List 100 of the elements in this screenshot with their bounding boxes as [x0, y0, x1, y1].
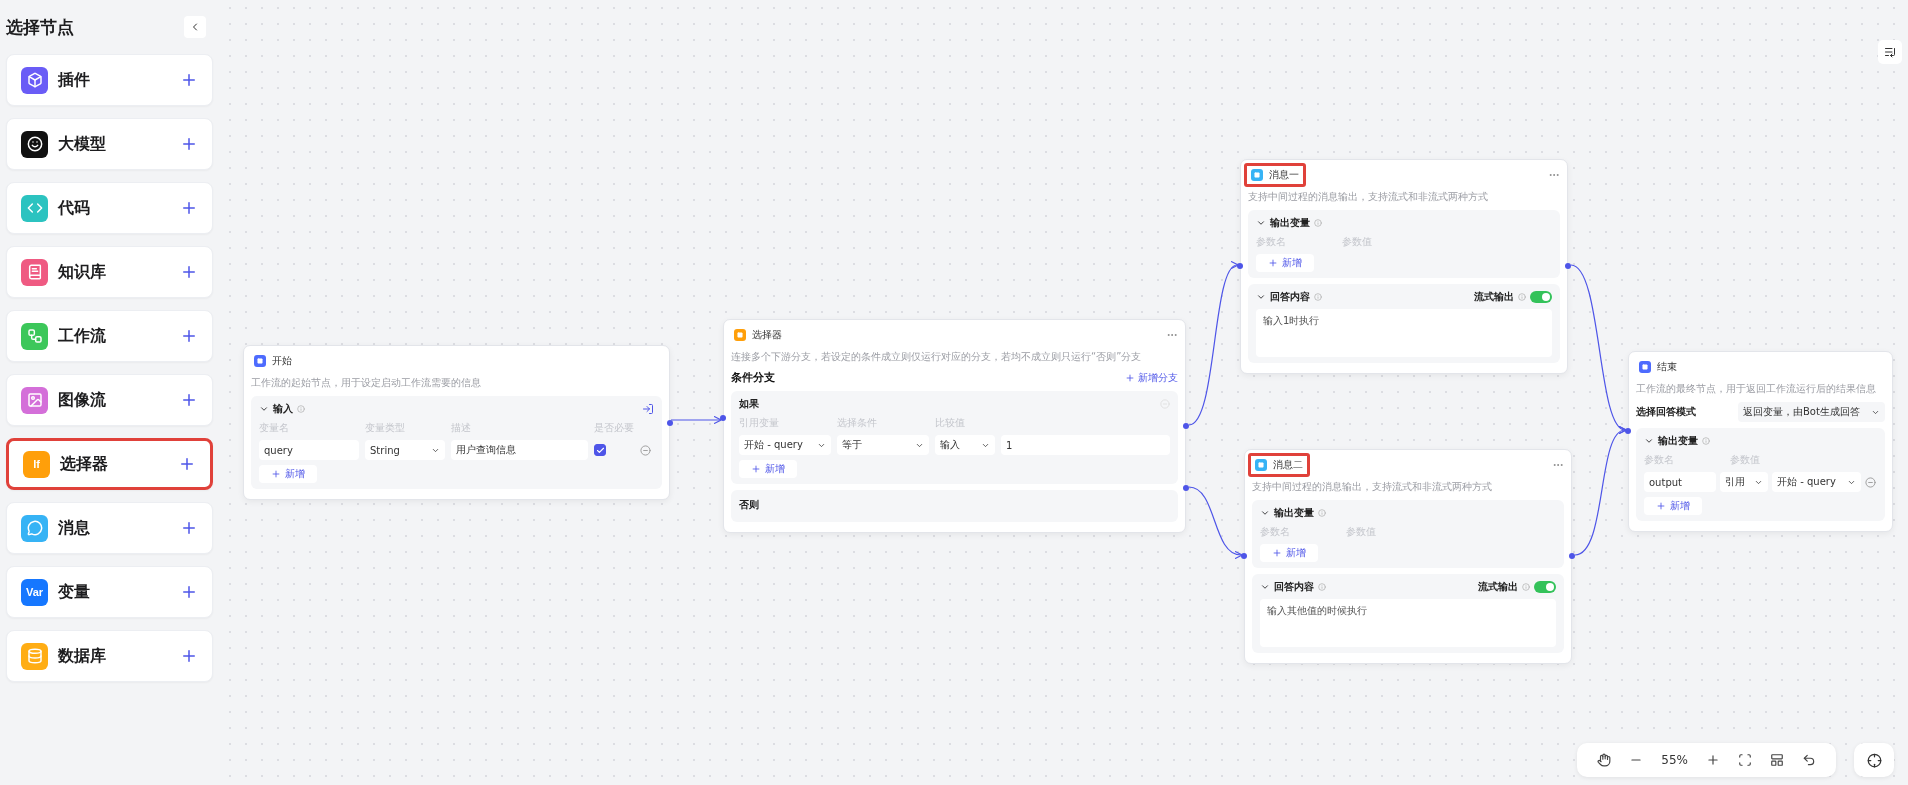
info-icon	[1318, 583, 1326, 591]
plus-icon	[1272, 548, 1282, 558]
node-type-item[interactable]: 大模型	[6, 118, 213, 170]
plus-icon	[1706, 753, 1720, 767]
book-icon	[26, 264, 43, 280]
add-button[interactable]: 新增	[739, 460, 797, 478]
port-dot[interactable]	[667, 420, 673, 426]
name-field[interactable]: query	[259, 440, 359, 460]
collapse-button[interactable]	[184, 16, 206, 38]
add-button[interactable]	[180, 135, 198, 153]
section-title: 回答内容	[1274, 580, 1314, 594]
node-type-label: 大模型	[58, 133, 107, 155]
branch-title: 条件分支	[731, 370, 775, 385]
node-type-item[interactable]: 代码	[6, 182, 213, 234]
answer-field[interactable]: 输入1时执行	[1256, 309, 1552, 357]
chevron-icon[interactable]	[1644, 436, 1654, 446]
stream-toggle[interactable]	[1534, 581, 1556, 593]
info-icon	[1314, 219, 1322, 227]
add-button[interactable]	[180, 519, 198, 537]
info-icon	[1522, 583, 1530, 591]
node-type-label: 工作流	[58, 325, 107, 347]
add-button[interactable]: 新增	[1256, 254, 1314, 272]
plus-icon	[751, 464, 761, 474]
source-select[interactable]: 引用	[1720, 472, 1768, 492]
add-button[interactable]: 新增	[1260, 544, 1318, 562]
value-field[interactable]: 1	[1001, 435, 1170, 455]
port-dot[interactable]	[1565, 263, 1571, 269]
locate-button[interactable]	[1854, 743, 1894, 777]
stream-label: 流式输出	[1478, 580, 1518, 594]
node-type-item[interactable]: If 选择器	[6, 438, 213, 490]
answer-field[interactable]: 输入其他值的时候执行	[1260, 599, 1556, 647]
node-type-item[interactable]: 图像流	[6, 374, 213, 426]
port-dot[interactable]	[1183, 485, 1189, 491]
add-button[interactable]	[178, 455, 196, 473]
chevron-icon[interactable]	[1260, 508, 1270, 518]
layout-button[interactable]	[1770, 753, 1784, 767]
node-type-item[interactable]: 知识库	[6, 246, 213, 298]
stream-toggle[interactable]	[1530, 291, 1552, 303]
port-dot[interactable]	[1237, 263, 1243, 269]
add-button[interactable]	[180, 391, 198, 409]
add-button[interactable]: 新增	[1644, 497, 1702, 515]
mode-select[interactable]: 返回变量，由Bot生成回答	[1738, 402, 1885, 422]
fit-view-button[interactable]	[1738, 753, 1752, 767]
variable-select[interactable]: 开始 - query	[739, 435, 831, 455]
port-dot[interactable]	[1569, 553, 1575, 559]
sidebar-title: 选择节点	[6, 15, 74, 39]
chevron-icon[interactable]	[1256, 292, 1266, 302]
required-checkbox[interactable]	[594, 444, 606, 456]
add-button[interactable]	[180, 71, 198, 89]
port-dot[interactable]	[1625, 428, 1631, 434]
port-dot[interactable]	[1241, 553, 1247, 559]
node-type-label: 选择器	[60, 453, 109, 475]
type-select[interactable]: String	[365, 440, 445, 460]
plus-icon	[180, 391, 198, 409]
node-type-label: 数据库	[58, 645, 107, 667]
section-title: 输出变量	[1274, 506, 1314, 520]
node-type-label: 图像流	[58, 389, 107, 411]
port-dot[interactable]	[720, 415, 726, 421]
node-type-item[interactable]: 工作流	[6, 310, 213, 362]
section-title: 输出变量	[1658, 434, 1698, 448]
add-button[interactable]	[180, 199, 198, 217]
port-dot[interactable]	[1183, 423, 1189, 429]
layout-icon	[1770, 753, 1784, 767]
node-type-item[interactable]: 数据库	[6, 630, 213, 682]
chevron-icon[interactable]	[259, 404, 269, 414]
else-label: 否则	[739, 498, 760, 512]
description-field[interactable]: 用户查询信息	[451, 440, 588, 460]
info-icon	[1314, 293, 1322, 301]
flow-icon	[26, 328, 43, 344]
panel-toggle-button[interactable]	[1878, 40, 1902, 64]
add-button[interactable]	[180, 647, 198, 665]
node-type-item[interactable]: 消息	[6, 502, 213, 554]
add-button[interactable]	[180, 327, 198, 345]
node-type-item[interactable]: 插件	[6, 54, 213, 106]
node-type-item[interactable]: Var 变量	[6, 566, 213, 618]
undo-button[interactable]	[1802, 753, 1816, 767]
name-field[interactable]: output	[1644, 472, 1716, 492]
add-branch-button[interactable]: 新增分支	[1125, 370, 1178, 385]
plus-icon	[180, 647, 198, 665]
import-icon[interactable]	[642, 403, 654, 415]
code-icon	[26, 200, 43, 216]
chevron-icon[interactable]	[1260, 582, 1270, 592]
operator-select[interactable]: 等于	[837, 435, 929, 455]
value-type-select[interactable]: 输入	[935, 435, 995, 455]
node-type-label: 变量	[58, 581, 91, 603]
undo-icon	[1802, 753, 1816, 767]
mode-label: 选择回答模式	[1636, 405, 1697, 419]
add-button[interactable]	[180, 583, 198, 601]
add-button[interactable]: 新增	[259, 465, 317, 483]
hand-button[interactable]	[1597, 753, 1612, 767]
node-type-label: 代码	[58, 197, 91, 219]
plus-icon	[1125, 372, 1135, 383]
list-icon	[1884, 45, 1896, 59]
add-button[interactable]	[180, 263, 198, 281]
value-select[interactable]: 开始 - query	[1772, 472, 1861, 492]
info-icon	[1318, 509, 1326, 517]
connector-line	[1188, 486, 1243, 558]
info-icon	[1518, 293, 1526, 301]
zoom-in-button[interactable]	[1706, 753, 1720, 767]
chevron-icon[interactable]	[1256, 218, 1266, 228]
